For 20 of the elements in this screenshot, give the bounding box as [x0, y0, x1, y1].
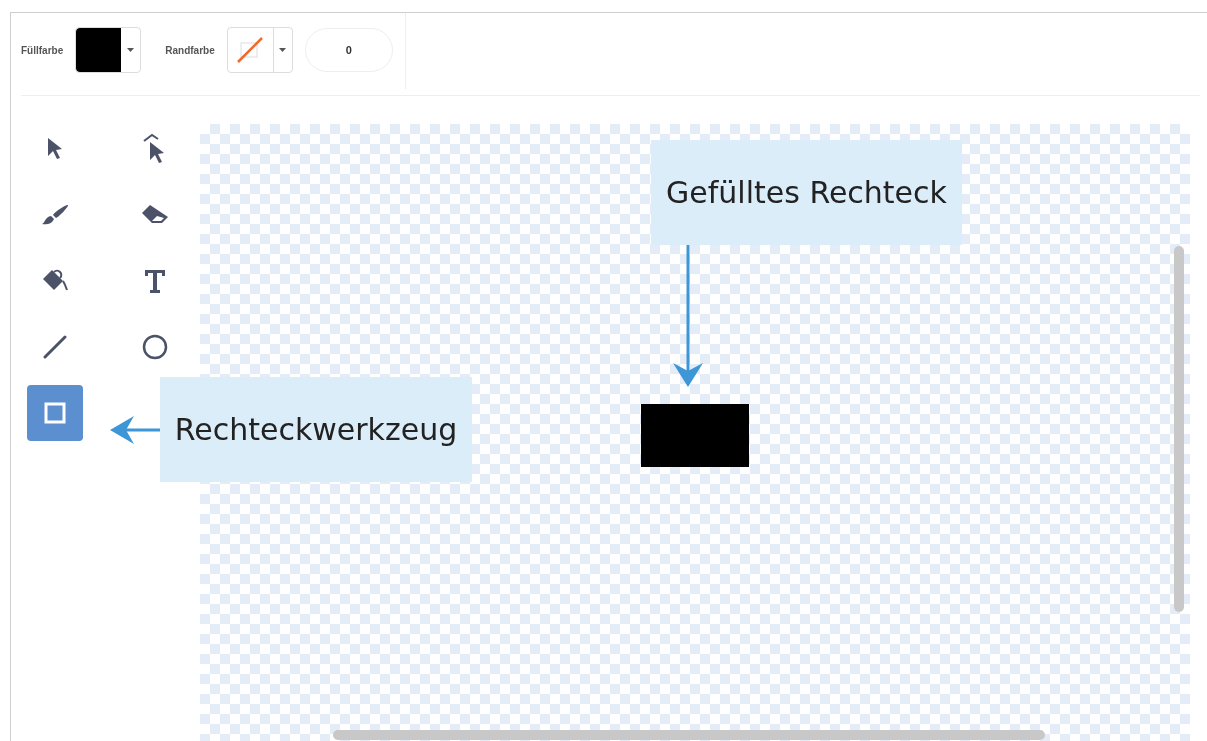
- type-icon: [143, 268, 167, 294]
- fill-color-swatch: [76, 28, 122, 72]
- caret-icon: [279, 48, 287, 52]
- callout-label: Gefülltes Rechteck: [651, 140, 962, 245]
- brush-icon: [40, 203, 70, 227]
- callout-label: Rechteckwerkzeug: [160, 377, 472, 482]
- rectangle-tool-button[interactable]: [27, 385, 83, 441]
- horizontal-scrollbar[interactable]: [333, 730, 1045, 740]
- outline-width-field[interactable]: 0: [304, 28, 393, 72]
- arrow-pointer-icon: [46, 137, 64, 161]
- outline-color-label: Randfarbe: [165, 44, 215, 56]
- circle-icon: [142, 334, 168, 360]
- outline-color-picker[interactable]: [226, 27, 293, 73]
- caret-icon: [127, 48, 135, 52]
- fill-color-picker[interactable]: [75, 27, 142, 73]
- line-icon: [43, 335, 67, 359]
- pointer-arrow: [110, 415, 160, 445]
- square-icon: [44, 402, 66, 424]
- vertical-scrollbar[interactable]: [1174, 246, 1184, 612]
- fill-color-label: Füllfarbe: [21, 44, 64, 56]
